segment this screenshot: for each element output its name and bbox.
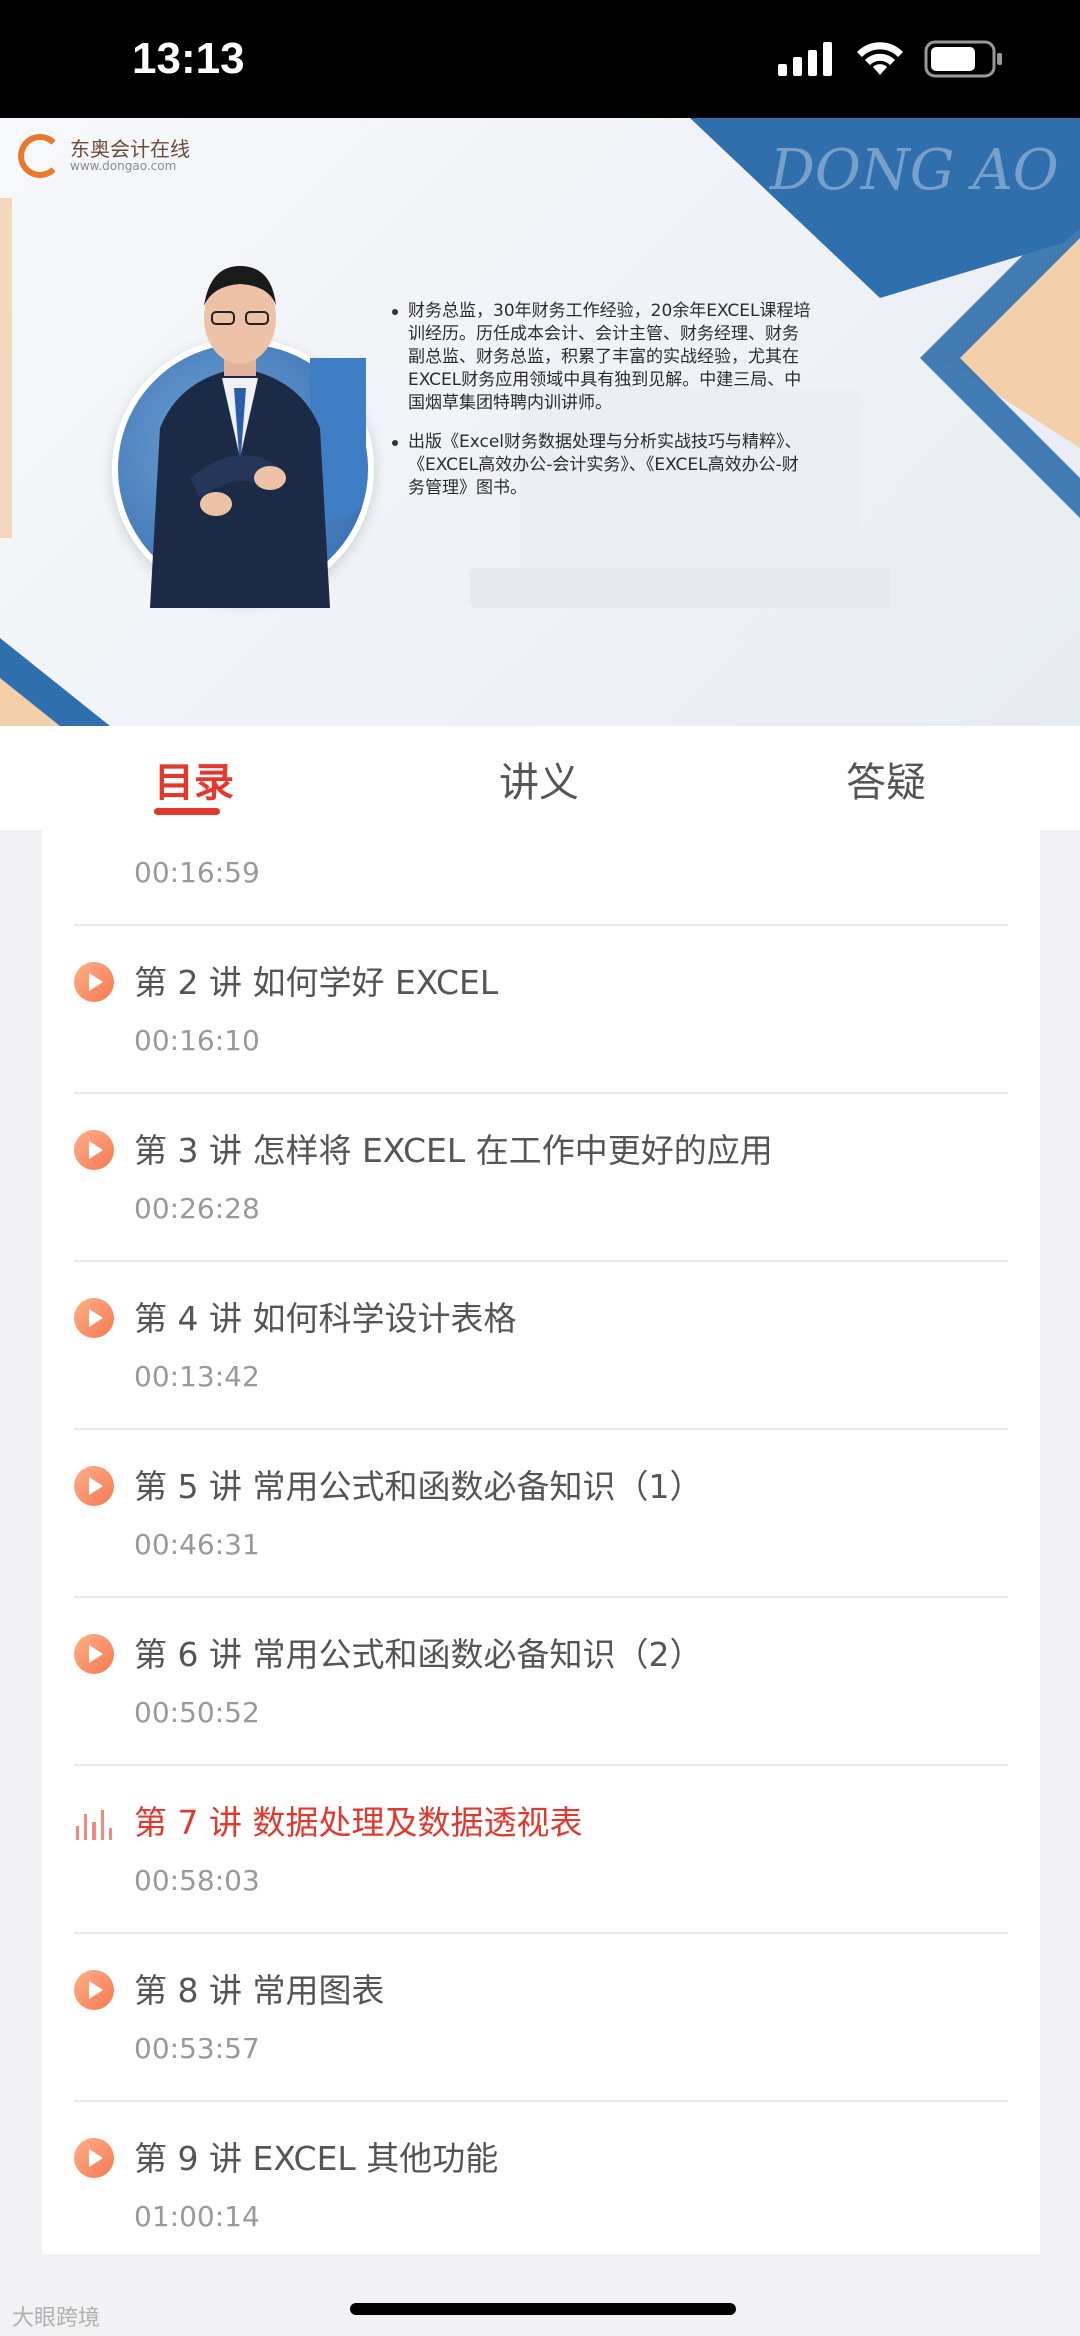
list-item[interactable]: 00:16:59: [42, 830, 1040, 926]
play-icon: [74, 1634, 114, 1674]
play-icon: [74, 1298, 114, 1338]
list-item[interactable]: 第 8 讲 常用图表 00:53:57: [42, 1934, 1040, 2102]
play-icon: [74, 1970, 114, 2010]
list-item[interactable]: 第 3 讲 怎样将 EXCEL 在工作中更好的应用 00:26:28: [42, 1094, 1040, 1262]
bullet-dot: [392, 440, 398, 446]
corner-watermark: 大眼跨境: [12, 2306, 101, 2331]
play-icon: [74, 2138, 114, 2178]
play-icon: [74, 962, 114, 1002]
bio-text-2: 出版《Excel财务数据处理与分析实战技巧与精粹》、《EXCEL高效办公-会计实…: [408, 432, 802, 498]
video-player[interactable]: 东奥会计在线 www.dongao.com DONG AO 财务总监，30年财务…: [0, 118, 1080, 726]
lesson-title: 第 3 讲 怎样将 EXCEL 在工作中更好的应用: [134, 1131, 773, 1170]
lesson-duration: 00:13:42: [134, 1360, 260, 1393]
list-item[interactable]: 第 6 讲 常用公式和函数必备知识（2） 00:50:52: [42, 1598, 1040, 1766]
lesson-duration: 00:53:57: [134, 2032, 260, 2065]
lesson-duration: 00:16:10: [134, 1024, 260, 1057]
lesson-title: 第 9 讲 EXCEL 其他功能: [134, 2139, 499, 2178]
status-time: 13:13: [132, 34, 245, 83]
logo-icon: [18, 134, 62, 178]
lesson-title: 第 5 讲 常用公式和函数必备知识（1）: [134, 1467, 703, 1506]
brand-logo: 东奥会计在线 www.dongao.com: [18, 134, 190, 178]
logo-text: 东奥会计在线: [70, 137, 190, 161]
lesson-list[interactable]: 00:16:59 第 2 讲 如何学好 EXCEL 00:16:10 第 3 讲…: [42, 830, 1040, 2254]
wifi-icon: [857, 42, 903, 75]
tab-handout[interactable]: 讲义: [499, 750, 579, 808]
bio-bullet: 财务总监，30年财务工作经验，20余年EXCEL课程培训经历。历任成本会计、会计…: [392, 300, 812, 415]
lecturer-bio: 财务总监，30年财务工作经验，20余年EXCEL课程培训经历。历任成本会计、会计…: [392, 300, 812, 516]
list-item[interactable]: 第 4 讲 如何科学设计表格 00:13:42: [42, 1262, 1040, 1430]
list-item-playing[interactable]: 第 7 讲 数据处理及数据透视表 00:58:03: [42, 1766, 1040, 1934]
list-item[interactable]: 第 5 讲 常用公式和函数必备知识（1） 00:46:31: [42, 1430, 1040, 1598]
lesson-duration: 00:16:59: [134, 856, 260, 889]
video-watermark: DONG AO: [770, 138, 1059, 203]
lesson-duration: 01:00:14: [134, 2200, 260, 2233]
signal-icon: [778, 42, 832, 76]
logo-sub: www.dongao.com: [70, 159, 177, 173]
lesson-duration: 00:46:31: [134, 1528, 260, 1561]
lecturer-portrait: [150, 266, 330, 608]
lesson-duration: 00:26:28: [134, 1192, 260, 1225]
play-icon: [74, 1466, 114, 1506]
lesson-title: 第 7 讲 数据处理及数据透视表: [134, 1803, 583, 1842]
tab-bar: 目录 讲义 答疑: [0, 726, 1080, 830]
home-indicator[interactable]: [350, 2303, 736, 2315]
bio-text-1: 财务总监，30年财务工作经验，20余年EXCEL课程培训经历。历任成本会计、会计…: [408, 301, 811, 413]
bullet-dot: [392, 309, 398, 315]
status-icons: [778, 40, 1004, 78]
list-item[interactable]: 第 2 讲 如何学好 EXCEL 00:16:10: [42, 926, 1040, 1094]
lesson-duration: 00:58:03: [134, 1864, 260, 1897]
play-icon: [74, 1130, 114, 1170]
lesson-title: 第 2 讲 如何学好 EXCEL: [134, 963, 499, 1002]
lesson-duration: 00:50:52: [134, 1696, 260, 1729]
status-bar: 13:13: [0, 0, 1080, 118]
lesson-title: 第 4 讲 如何科学设计表格: [134, 1299, 517, 1338]
tab-catalog[interactable]: 目录: [154, 750, 234, 808]
list-item[interactable]: 第 9 讲 EXCEL 其他功能 01:00:14: [42, 2102, 1040, 2254]
bio-bullet: 出版《Excel财务数据处理与分析实战技巧与精粹》、《EXCEL高效办公-会计实…: [392, 431, 812, 500]
lesson-title: 第 8 讲 常用图表: [134, 1971, 385, 2010]
tab-qa[interactable]: 答疑: [846, 750, 926, 808]
now-playing-icon: [76, 1806, 113, 1840]
tab-active-indicator: [154, 808, 220, 815]
lesson-title: 第 6 讲 常用公式和函数必备知识（2）: [134, 1635, 703, 1674]
battery-icon: [924, 40, 1002, 78]
